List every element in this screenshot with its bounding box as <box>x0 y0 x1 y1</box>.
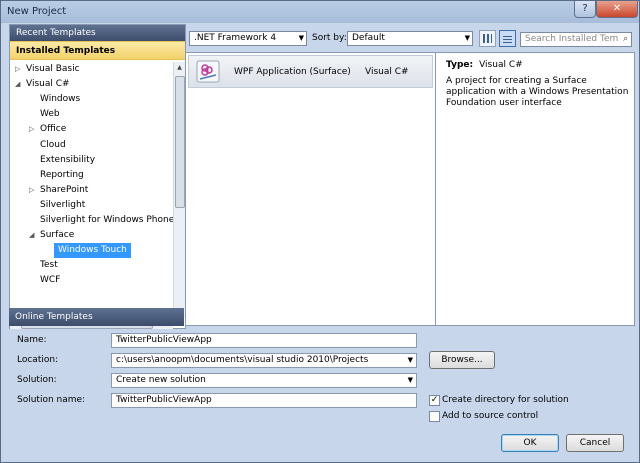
tree-item-label: Windows <box>40 94 81 105</box>
tree-item-label: Cloud <box>40 139 66 150</box>
list-item[interactable]: WPF Application (Surface) Visual C# <box>188 55 433 88</box>
add-source-control-checkbox[interactable] <box>429 411 440 422</box>
location-value: c:\users\anoopm\documents\visual studio … <box>116 355 369 365</box>
name-field[interactable]: TwitterPublicViewApp <box>111 333 417 348</box>
template-tree: ▷ Visual Basic ◢ Visual C# Windows Web ▷ Office… <box>10 62 173 317</box>
close-button[interactable]: ✕ <box>596 1 638 18</box>
add-source-control-label[interactable]: Add to source control <box>442 409 538 423</box>
tree-item[interactable]: ▷ Visual Basic <box>15 62 80 77</box>
tree-item-label: Web <box>40 109 60 120</box>
cancel-button[interactable]: Cancel <box>566 434 624 452</box>
vertical-scrollbar[interactable]: ▲ ▼ <box>173 62 185 318</box>
template-list: WPF Application (Surface) Visual C# <box>185 52 436 326</box>
scrollbar-thumb[interactable] <box>175 76 185 208</box>
icons-view-icon <box>483 34 492 43</box>
tree-item[interactable]: ◢ Visual C# <box>15 77 70 92</box>
list-view-icon <box>503 34 512 43</box>
chevron-down-icon: ▼ <box>407 376 413 384</box>
chevron-down-icon: ▼ <box>464 34 470 42</box>
search-placeholder: Search Installed Tem <box>525 34 619 44</box>
title-bar: New Project ? ✕ <box>1 1 639 23</box>
tree-item[interactable]: Silverlight for Windows Phone <box>40 213 173 228</box>
solution-name-value: TwitterPublicViewApp <box>116 395 212 405</box>
installed-templates-header[interactable]: Installed Templates <box>10 41 185 60</box>
create-directory-label[interactable]: Create directory for solution <box>442 393 569 407</box>
tree-item[interactable]: Extensibility <box>40 153 95 168</box>
expand-arrow-icon[interactable]: ▷ <box>15 62 20 77</box>
collapse-arrow-icon[interactable]: ◢ <box>29 228 34 243</box>
solution-name-label: Solution name: <box>17 395 86 405</box>
expand-arrow-icon[interactable]: ▷ <box>29 183 34 198</box>
solution-name-field[interactable]: TwitterPublicViewApp <box>111 393 417 408</box>
create-directory-checkbox[interactable]: ✓ <box>429 395 440 406</box>
tree-item-label: Office <box>40 124 67 135</box>
tree-item-label: Extensibility <box>40 154 96 165</box>
template-categories-panel: Recent Templates Installed Templates ▷ Vi… <box>9 24 186 329</box>
tree-item[interactable]: Silverlight <box>40 198 85 213</box>
template-description: A project for creating a Surface applica… <box>446 76 629 108</box>
window-title: New Project <box>7 6 67 17</box>
tree-item[interactable]: Reporting <box>40 168 84 183</box>
recent-templates-header[interactable]: Recent Templates <box>10 25 185 41</box>
scroll-up-arrow-icon[interactable]: ▲ <box>174 62 185 73</box>
tree-item[interactable]: Windows Touch <box>54 243 131 259</box>
type-line: Type: Visual C# <box>446 60 523 70</box>
chevron-down-icon: ▼ <box>298 34 304 42</box>
type-value: Visual C# <box>479 60 523 70</box>
tree-item-label: Visual C# <box>26 79 70 90</box>
tree-item[interactable]: WCF <box>40 273 60 288</box>
template-name: WPF Application (Surface) <box>234 67 351 77</box>
tree-item[interactable]: Cloud <box>40 138 66 153</box>
tree-item-label: Silverlight for Windows Phone <box>40 215 173 225</box>
tree-item-label: WCF <box>40 275 61 286</box>
name-value: TwitterPublicViewApp <box>116 335 212 345</box>
type-label: Type: <box>446 60 474 70</box>
solution-value: Create new solution <box>116 375 206 385</box>
expand-arrow-icon[interactable]: ▷ <box>29 122 34 137</box>
sort-by-label: Sort by: <box>312 33 347 43</box>
tree-item[interactable]: ◢ Surface <box>29 228 75 243</box>
framework-value: .NET Framework 4 <box>194 33 277 43</box>
tree-item-label: Visual Basic <box>26 64 80 74</box>
tree-item-label: Silverlight <box>40 199 86 210</box>
tree-item[interactable]: Test <box>40 258 58 273</box>
location-field[interactable]: c:\users\anoopm\documents\visual studio … <box>111 353 417 368</box>
search-icon: ⌕ <box>622 34 628 44</box>
tree-item-label: Surface <box>40 230 75 241</box>
search-input[interactable]: Search Installed Tem ⌕ <box>520 32 632 47</box>
sort-select[interactable]: Default ▼ <box>347 31 473 46</box>
tree-item-label: Reporting <box>40 169 84 180</box>
new-project-dialog: New Project ? ✕ Recent Templates Install… <box>0 0 640 463</box>
medium-icons-view-button[interactable] <box>479 30 496 47</box>
collapse-arrow-icon[interactable]: ◢ <box>15 77 20 92</box>
browse-button[interactable]: Browse... <box>429 351 495 369</box>
template-details: Type: Visual C# A project for creating a … <box>435 52 635 326</box>
framework-select[interactable]: .NET Framework 4 ▼ <box>189 31 307 46</box>
chevron-down-icon: ▼ <box>407 356 413 364</box>
name-label: Name: <box>17 335 47 345</box>
help-button[interactable]: ? <box>574 1 596 18</box>
tree-item[interactable]: Windows <box>40 92 80 107</box>
tree-item[interactable]: ▷ SharePoint <box>29 183 89 198</box>
online-templates-header[interactable]: Online Templates <box>9 308 184 326</box>
tree-item[interactable]: Web <box>40 107 60 122</box>
tree-item-label: Test <box>40 260 58 271</box>
solution-select[interactable]: Create new solution ▼ <box>111 373 417 388</box>
location-label: Location: <box>17 355 59 365</box>
template-language: Visual C# <box>365 67 409 77</box>
tree-item[interactable]: ▷ Office <box>29 122 67 137</box>
ok-button[interactable]: OK <box>501 434 559 452</box>
sort-value: Default <box>352 33 385 43</box>
tree-item-label: SharePoint <box>40 184 89 195</box>
solution-label: Solution: <box>17 375 57 385</box>
tree-item-label: Windows Touch <box>58 245 127 256</box>
details-view-button[interactable] <box>499 30 516 47</box>
wpf-surface-icon <box>196 60 220 83</box>
